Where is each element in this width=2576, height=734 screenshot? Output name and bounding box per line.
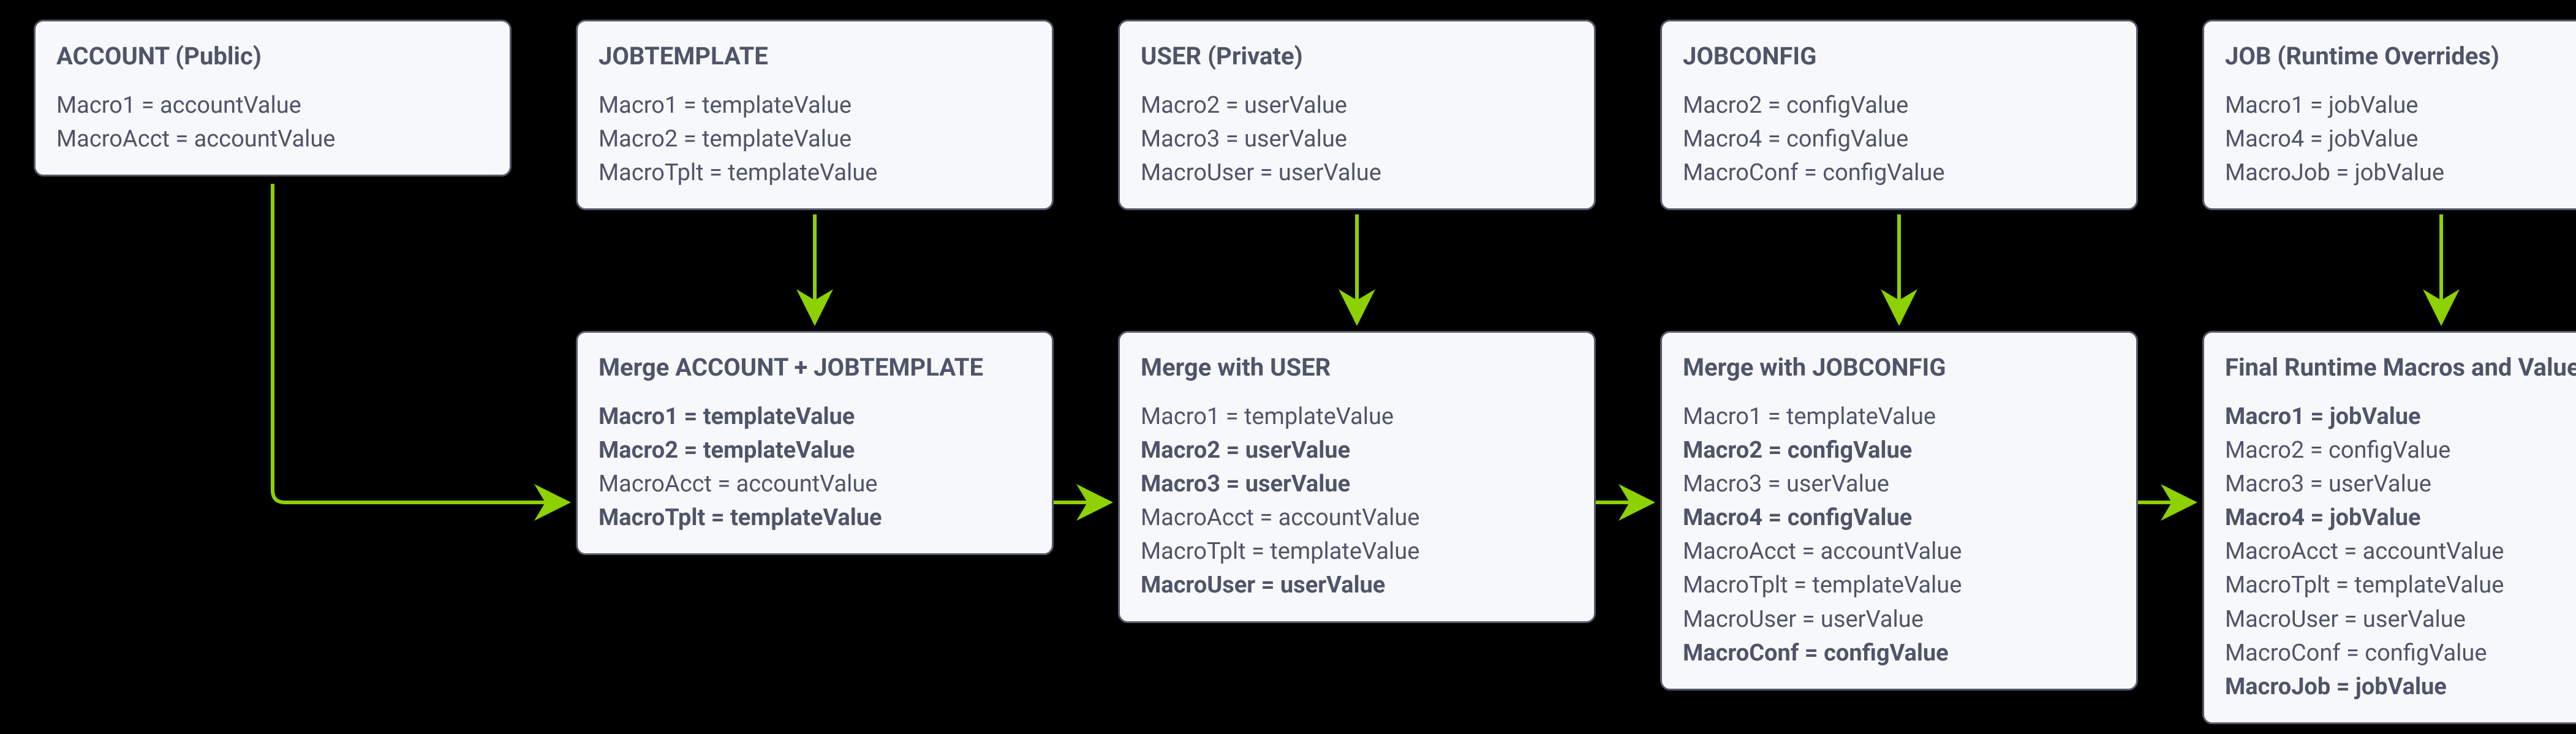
macro-line: Macro1 = jobValue <box>2225 400 2576 434</box>
macro-line: Macro2 = templateValue <box>599 123 1031 156</box>
node-jobconfig: JOBCONFIG Macro2 = configValueMacro4 = co… <box>1660 20 2138 210</box>
macro-line: MacroConf = configValue <box>1683 637 2115 670</box>
node-account: ACCOUNT (Public) Macro1 = accountValueMac… <box>34 20 512 176</box>
macro-line: MacroUser = userValue <box>1141 156 1573 190</box>
macro-line: Macro1 = templateValue <box>599 89 1031 123</box>
macro-line: MacroConf = configValue <box>1683 156 2115 190</box>
macro-line: MacroTplt = templateValue <box>599 156 1031 190</box>
macro-line: Macro2 = configValue <box>2225 434 2576 467</box>
macro-line: Macro2 = configValue <box>1683 89 2115 123</box>
node-title: JOBCONFIG <box>1683 39 2115 74</box>
macro-line: Macro1 = accountValue <box>56 89 489 123</box>
macro-line: Macro1 = templateValue <box>1683 400 2115 434</box>
macro-line: MacroTplt = templateValue <box>2225 569 2576 602</box>
macro-line: MacroJob = jobValue <box>2225 670 2576 704</box>
macro-line: MacroUser = userValue <box>2225 603 2576 637</box>
macro-line: MacroTplt = templateValue <box>1683 569 2115 602</box>
node-jobtemplate: JOBTEMPLATE Macro1 = templateValueMacro2 … <box>576 20 1054 210</box>
macro-line: Macro1 = templateValue <box>1141 400 1573 434</box>
node-merge-user: Merge with USERMacro1 = templateValueMac… <box>1118 331 1596 623</box>
macro-line: MacroUser = userValue <box>1141 569 1573 602</box>
macro-line: Macro3 = userValue <box>2225 467 2576 501</box>
macro-line: Macro2 = userValue <box>1141 434 1573 467</box>
macro-line: Macro2 = userValue <box>1141 89 1573 123</box>
macro-line: Macro3 = userValue <box>1141 123 1573 156</box>
macro-line: Macro1 = templateValue <box>599 400 1031 434</box>
node-title: Merge ACCOUNT + JOBTEMPLATE <box>599 350 1031 385</box>
macro-line: MacroUser = userValue <box>1683 603 2115 637</box>
node-title: Merge with USER <box>1141 350 1573 385</box>
macro-line: Macro4 = configValue <box>1683 501 2115 535</box>
node-merge-account-jobtemplate: Merge ACCOUNT + JOBTEMPLATE Macro1 = temp… <box>576 331 1054 555</box>
macro-line: MacroAcct = accountValue <box>56 123 489 156</box>
diagram-canvas: ACCOUNT (Public)Macro1 = accountValueMac… <box>0 0 2576 734</box>
macro-line: Macro4 = configValue <box>1683 123 2115 156</box>
macro-line: MacroTplt = templateValue <box>599 501 1031 535</box>
macro-line: MacroJob = jobValue <box>2225 156 2576 190</box>
macro-line: MacroTplt = templateValue <box>1141 535 1573 569</box>
macro-line: Macro2 = templateValue <box>599 434 1031 467</box>
macro-line: Macro3 = userValue <box>1141 467 1573 501</box>
node-title: USER (Private) <box>1141 39 1573 74</box>
macro-line: MacroAcct = accountValue <box>1141 501 1573 535</box>
macro-line: MacroAcct = accountValue <box>2225 535 2576 569</box>
node-title: ACCOUNT (Public) <box>56 39 489 74</box>
macro-line: Macro1 = jobValue <box>2225 89 2576 123</box>
node-merge-final: Final Runtime Macros and Values Macro1 = … <box>2202 331 2576 724</box>
macro-line: Macro4 = jobValue <box>2225 501 2576 535</box>
macro-line: MacroAcct = accountValue <box>1683 535 2115 569</box>
macro-line: Macro4 = jobValue <box>2225 123 2576 156</box>
arrow-account-to-merge1 <box>273 184 564 502</box>
node-job: JOB (Runtime Overrides) Macro1 = jobValue… <box>2202 20 2576 210</box>
macro-line: MacroAcct = accountValue <box>599 467 1031 501</box>
node-title: Final Runtime Macros and Values <box>2225 350 2576 385</box>
node-title: Merge with JOBCONFIG <box>1683 350 2115 385</box>
node-title: JOB (Runtime Overrides) <box>2225 39 2576 74</box>
node-merge-jobconfig: Merge with JOBCONFIG Macro1 = templateVal… <box>1660 331 2138 690</box>
macro-line: Macro3 = userValue <box>1683 467 2115 501</box>
macro-line: Macro2 = configValue <box>1683 434 2115 467</box>
node-title: JOBTEMPLATE <box>599 39 1031 74</box>
node-user: USER (Private) Macro2 = userValueMacro3 =… <box>1118 20 1596 210</box>
macro-line: MacroConf = configValue <box>2225 637 2576 670</box>
